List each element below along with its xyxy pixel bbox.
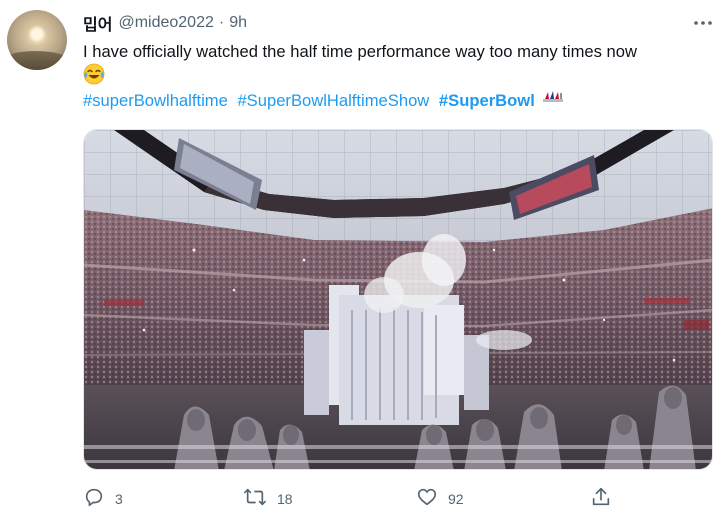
- tweet-header: 밉어 @mideo2022 · 9h: [83, 12, 247, 34]
- reply-count: 3: [115, 491, 123, 507]
- separator-dot: ·: [218, 14, 225, 31]
- reply-button[interactable]: 3: [83, 485, 123, 513]
- retweet-count: 18: [277, 491, 293, 507]
- hashtags: #superBowlhalftime #SuperBowlHalftimeSho…: [83, 90, 565, 112]
- tweet-text: I have officially watched the half time …: [83, 42, 638, 61]
- like-button[interactable]: 92: [416, 485, 464, 513]
- timestamp[interactable]: 9h: [229, 14, 247, 32]
- avatar-sun: [29, 26, 45, 42]
- hashtag-link[interactable]: #superBowlhalftime: [83, 91, 228, 110]
- video-thumbnail[interactable]: [83, 129, 713, 470]
- avatar[interactable]: [7, 10, 67, 70]
- hashtag-link[interactable]: #SuperBowlHalftimeShow: [237, 91, 429, 110]
- avatar-landscape: [7, 51, 67, 70]
- share-icon: [590, 486, 612, 513]
- retweet-button[interactable]: 18: [243, 485, 293, 513]
- tweet-actions: 3 18 92: [83, 485, 715, 513]
- heart-icon: [416, 486, 438, 513]
- display-name[interactable]: 밉어: [83, 11, 112, 35]
- like-count: 92: [448, 491, 464, 507]
- tears-of-joy-emoji-icon: [83, 63, 113, 87]
- super-bowl-logo-icon: [541, 89, 565, 111]
- retweet-icon: [243, 486, 267, 513]
- user-handle[interactable]: @mideo2022: [118, 14, 213, 32]
- more-options-icon[interactable]: [692, 12, 714, 34]
- hashtag-link[interactable]: #SuperBowl: [439, 91, 535, 110]
- share-button[interactable]: [590, 485, 612, 513]
- tweet: 밉어 @mideo2022 · 9h I have officially wat…: [0, 0, 722, 518]
- reply-icon: [83, 486, 105, 513]
